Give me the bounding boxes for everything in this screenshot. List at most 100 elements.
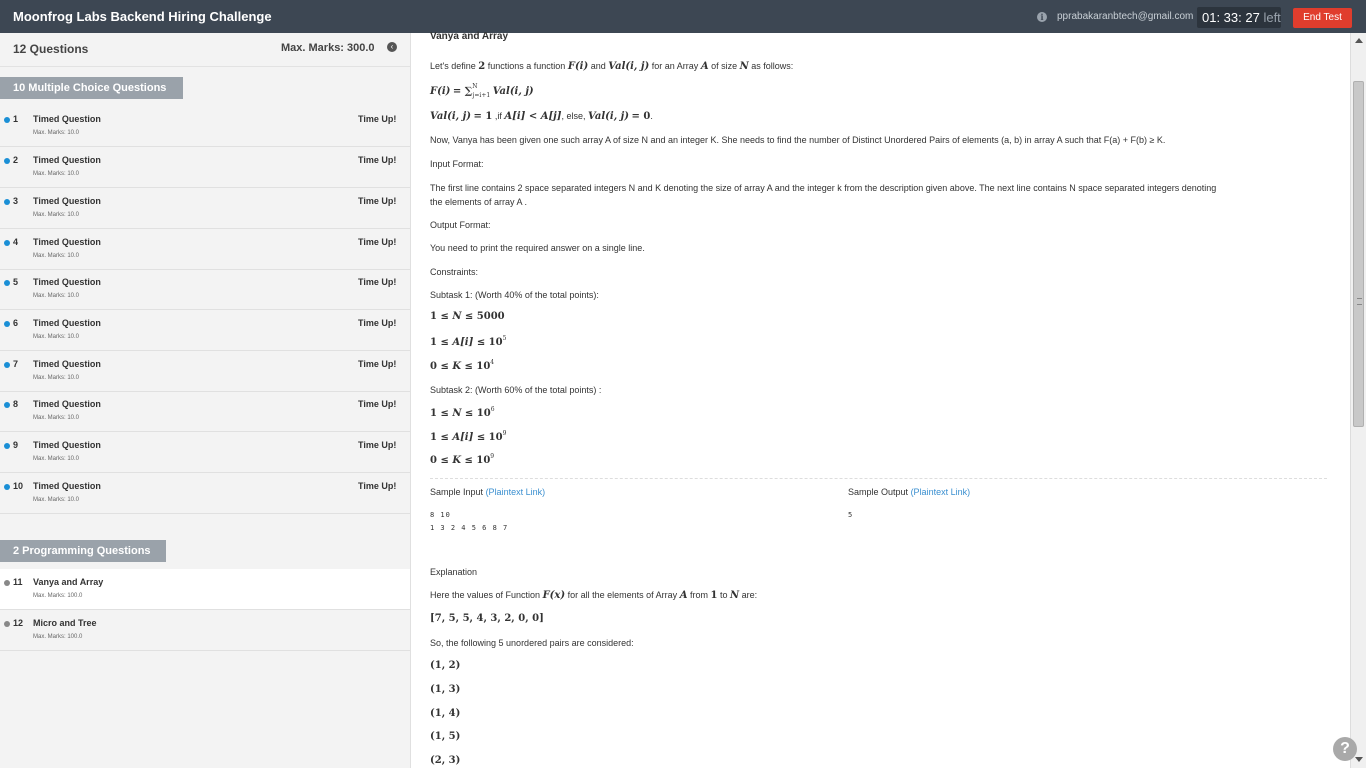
scroll-up-arrow-icon[interactable] <box>1355 38 1363 43</box>
question-number: 9 <box>13 440 19 450</box>
question-item-12[interactable]: 12 Micro and Tree Max. Marks: 100.0 <box>0 610 410 651</box>
question-status: Time Up! <box>358 399 397 409</box>
question-name: Timed Question <box>33 481 101 491</box>
help-button[interactable]: ? <box>1333 737 1357 761</box>
sample-input-line-2: 1 3 2 4 5 6 8 7 <box>430 524 509 532</box>
question-marks: Max. Marks: 10.0 <box>33 293 80 299</box>
question-marks: Max. Marks: 100.0 <box>33 634 83 640</box>
status-dot <box>4 240 10 246</box>
question-name: Timed Question <box>33 318 101 328</box>
question-item-11[interactable]: 11 Vanya and Array Max. Marks: 100.0 <box>0 569 410 610</box>
total-max-marks: Max. Marks: 300.0 <box>281 42 375 54</box>
explanation-text-2: for all the elements of Array <box>567 590 678 600</box>
explanation-text-4: to <box>719 590 728 600</box>
sample-output-label: Sample Output <box>848 487 909 497</box>
question-marks: Max. Marks: 100.0 <box>33 593 83 599</box>
question-item-4[interactable]: 4 Timed Question Max. Marks: 10.0 Time U… <box>0 229 410 270</box>
question-item-2[interactable]: 2 Timed Question Max. Marks: 10.0 Time U… <box>0 147 410 188</box>
timer-suffix: left <box>1263 10 1281 25</box>
collapse-arrow-icon[interactable]: ‹ <box>387 42 397 52</box>
pair-item: (1, 4) <box>430 708 461 719</box>
question-number: 10 <box>13 481 24 491</box>
question-marks: Max. Marks: 10.0 <box>33 456 80 462</box>
status-dot <box>4 484 10 490</box>
pair-item: (1, 5) <box>430 731 461 742</box>
question-marks: Max. Marks: 10.0 <box>33 171 80 177</box>
status-dot <box>4 158 10 164</box>
sample-input-line-1: 8 10 <box>430 511 451 519</box>
question-number: 3 <box>13 196 19 206</box>
question-number: 6 <box>13 318 19 328</box>
scroll-thumb[interactable] <box>1353 81 1364 427</box>
pair-item: (1, 3) <box>430 684 461 695</box>
question-name: Vanya and Array <box>33 577 104 587</box>
question-item-3[interactable]: 3 Timed Question Max. Marks: 10.0 Time U… <box>0 188 410 229</box>
sample-input-plaintext-link[interactable]: (Plaintext Link) <box>486 487 546 497</box>
intro-line: Let's define 2 functions a function F(i)… <box>430 61 794 72</box>
scroll-down-arrow-icon[interactable] <box>1355 757 1363 762</box>
question-item-8[interactable]: 8 Timed Question Max. Marks: 10.0 Time U… <box>0 391 410 432</box>
question-number: 4 <box>13 237 19 247</box>
question-item-10[interactable]: 10 Timed Question Max. Marks: 10.0 Time … <box>0 473 410 514</box>
sidebar-header: 12 Questions Max. Marks: 300.0 ‹ <box>0 33 410 67</box>
question-number: 1 <box>13 114 19 124</box>
question-number: 2 <box>13 155 19 165</box>
question-item-9[interactable]: 9 Timed Question Max. Marks: 10.0 Time U… <box>0 432 410 473</box>
section-mcq-header[interactable]: 10 Multiple Choice Questions <box>0 77 183 99</box>
input-format-label: Input Format: <box>430 159 484 169</box>
question-marks: Max. Marks: 10.0 <box>33 415 80 421</box>
constraint-k-2: 0 ≤ K ≤ 109 <box>430 453 495 466</box>
question-name: Micro and Tree <box>33 618 97 628</box>
content-scrollbar[interactable] <box>1350 33 1366 768</box>
sample-output-plaintext-link[interactable]: (Plaintext Link) <box>911 487 971 497</box>
question-name: Timed Question <box>33 196 101 206</box>
question-status: Time Up! <box>358 114 397 124</box>
status-dot <box>4 621 10 627</box>
problem-title: Vanya and Array <box>430 31 509 42</box>
intro-text-4: for an Array <box>651 61 699 71</box>
question-name: Timed Question <box>33 359 101 369</box>
pairs-intro: So, the following 5 unordered pairs are … <box>430 638 634 648</box>
countdown-timer: 01: 33: 27 left <box>1197 7 1281 28</box>
constraint-k-1: 0 ≤ K ≤ 104 <box>430 359 495 372</box>
constraint-n-1: 1 ≤ N ≤ 5000 <box>430 311 505 322</box>
question-item-7[interactable]: 7 Timed Question Max. Marks: 10.0 Time U… <box>0 351 410 392</box>
question-name: Timed Question <box>33 399 101 409</box>
question-status: Time Up! <box>358 196 397 206</box>
end-test-button[interactable]: End Test <box>1293 8 1352 28</box>
question-number: 7 <box>13 359 19 369</box>
info-icon[interactable]: i <box>1037 12 1047 22</box>
explanation-text-5: are: <box>741 590 758 600</box>
status-dot <box>4 321 10 327</box>
sample-output-value: 5 <box>848 511 854 519</box>
question-name: Timed Question <box>33 237 101 247</box>
grip-icon <box>1357 298 1362 305</box>
intro-text-2: functions a function <box>487 61 566 71</box>
divider <box>430 478 1327 479</box>
status-dot <box>4 402 10 408</box>
constraints-label: Constraints: <box>430 267 479 277</box>
question-item-5[interactable]: 5 Timed Question Max. Marks: 10.0 Time U… <box>0 269 410 310</box>
intro-text-5: of size <box>711 61 738 71</box>
sample-output-heading: Sample Output (Plaintext Link) <box>848 487 970 497</box>
constraint-a-2: 1 ≤ A[i] ≤ 109 <box>430 430 507 443</box>
question-number: 8 <box>13 399 19 409</box>
question-marks: Max. Marks: 10.0 <box>33 334 80 340</box>
input-format-text-2: the elements of array A . <box>430 197 528 207</box>
output-format-label: Output Format: <box>430 220 491 230</box>
explanation-label: Explanation <box>430 567 478 577</box>
status-dot <box>4 117 10 123</box>
section-programming-header[interactable]: 2 Programming Questions <box>0 540 166 562</box>
sample-input-heading: Sample Input (Plaintext Link) <box>430 487 545 497</box>
status-dot <box>4 443 10 449</box>
sample-input-label: Sample Input <box>430 487 484 497</box>
question-item-1[interactable]: 1 Timed Question Max. Marks: 10.0 Time U… <box>0 106 410 147</box>
question-sidebar: 12 Questions Max. Marks: 300.0 ‹ 10 Mult… <box>0 33 411 768</box>
explanation-text-3: from <box>689 590 708 600</box>
question-status: Time Up! <box>358 359 397 369</box>
status-dot <box>4 280 10 286</box>
question-item-6[interactable]: 6 Timed Question Max. Marks: 10.0 Time U… <box>0 310 410 351</box>
question-status: Time Up! <box>358 481 397 491</box>
question-marks: Max. Marks: 10.0 <box>33 253 80 259</box>
output-format-text: You need to print the required answer on… <box>430 243 645 253</box>
